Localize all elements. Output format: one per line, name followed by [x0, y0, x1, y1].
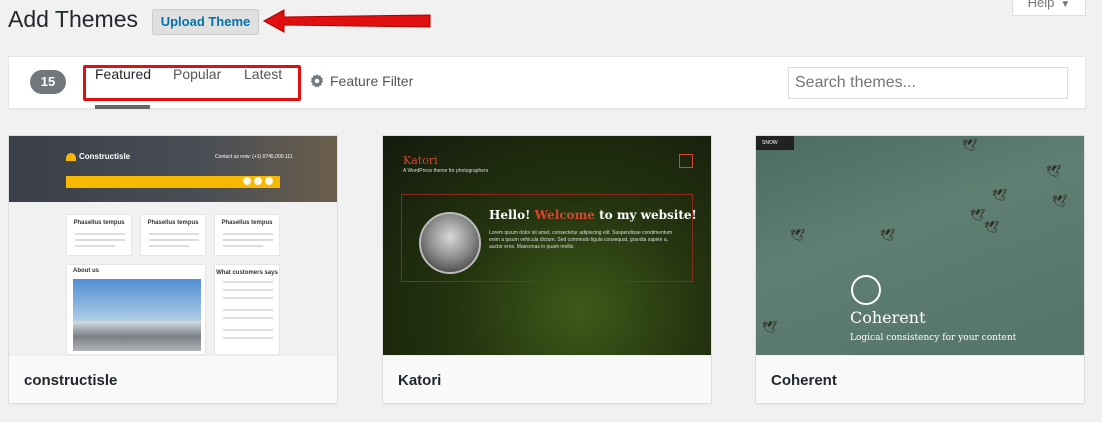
tab-featured[interactable]: Featured	[95, 66, 151, 82]
theme-name-bar: Katori	[383, 355, 711, 403]
page-title: Add Themes	[8, 6, 138, 32]
preview-tagline: A WordPress theme for photographers	[403, 168, 489, 174]
bird-icon: 🕊	[1052, 194, 1068, 208]
tab-popular[interactable]: Popular	[173, 66, 221, 82]
theme-name: Coherent	[771, 372, 837, 389]
theme-filter-bar: 15 Featured Popular Latest Feature Filte…	[8, 56, 1086, 109]
theme-card-katori[interactable]: Katori A WordPress theme for photographe…	[382, 135, 712, 404]
preview-menu-tag: SNOW	[756, 136, 794, 150]
preview-card: Phasellus tempus	[214, 214, 280, 256]
help-tab[interactable]: Help ▼	[1012, 0, 1086, 16]
theme-screenshot[interactable]: Constructisle Contact us now: (+1) 0745.…	[9, 136, 337, 355]
theme-name: constructisle	[24, 372, 118, 389]
feature-filter-button[interactable]: Feature Filter	[310, 73, 413, 89]
red-arrow-annotation	[262, 9, 431, 33]
current-tab-indicator	[95, 105, 150, 109]
preview-social-icons	[243, 177, 273, 185]
preview-about: About us	[66, 264, 206, 355]
theme-screenshot[interactable]: Katori A WordPress theme for photographe…	[383, 136, 711, 355]
bird-icon: 🕊	[970, 208, 986, 222]
theme-card-coherent[interactable]: SNOW 🕊 🕊 🕊 🕊 🕊 🕊 🕊 🕊 🕊 Coherent Logical …	[755, 135, 1085, 404]
theme-name-bar: constructisle	[9, 355, 337, 403]
bird-icon: 🕊	[1046, 164, 1062, 178]
search-input[interactable]	[788, 67, 1068, 99]
chevron-down-icon: ▼	[1060, 0, 1071, 10]
theme-name-bar: Coherent	[756, 355, 1084, 403]
help-label: Help	[1027, 0, 1055, 10]
tab-latest[interactable]: Latest	[244, 66, 282, 82]
wind-turbine-photo	[73, 279, 201, 351]
bird-logo-icon	[851, 275, 881, 305]
avatar	[419, 212, 481, 274]
preview-body: Phasellus tempus Phasellus tempus Phasel…	[9, 202, 337, 355]
bird-icon: 🕊	[984, 220, 1000, 234]
gear-icon	[310, 74, 324, 88]
upload-theme-button[interactable]: Upload Theme	[152, 9, 259, 35]
bird-icon: 🕊	[962, 138, 978, 152]
theme-screenshot[interactable]: SNOW 🕊 🕊 🕊 🕊 🕊 🕊 🕊 🕊 🕊 Coherent Logical …	[756, 136, 1084, 355]
preview-logo: Katori	[403, 154, 438, 167]
preview-contact: Contact us now: (+1) 0745.000.111	[215, 154, 293, 160]
bird-icon: 🕊	[992, 188, 1008, 202]
bird-icon: 🕊	[790, 228, 806, 242]
preview-title: Coherent	[850, 308, 926, 327]
feature-filter-label: Feature Filter	[330, 73, 414, 89]
theme-name: Katori	[398, 372, 442, 389]
menu-icon	[679, 154, 693, 168]
preview-header: Constructisle Contact us now: (+1) 0745.…	[9, 136, 337, 202]
bird-icon: 🕊	[880, 228, 896, 242]
bird-icon: 🕊	[762, 320, 778, 334]
preview-heading: Hello! Welcome to my website!	[489, 208, 697, 222]
preview-body-text: Lorem ipsum dolor sit amet, consectetur …	[489, 230, 673, 250]
preview-card: Phasellus tempus	[66, 214, 132, 256]
preview-logo: Constructisle	[66, 152, 130, 161]
preview-card: Phasellus tempus	[140, 214, 206, 256]
theme-count-badge: 15	[30, 70, 66, 94]
preview-testimonials: What customers says	[214, 264, 280, 355]
preview-subtitle: Logical consistency for your content	[850, 333, 1017, 343]
theme-card-constructisle[interactable]: Constructisle Contact us now: (+1) 0745.…	[8, 135, 338, 404]
